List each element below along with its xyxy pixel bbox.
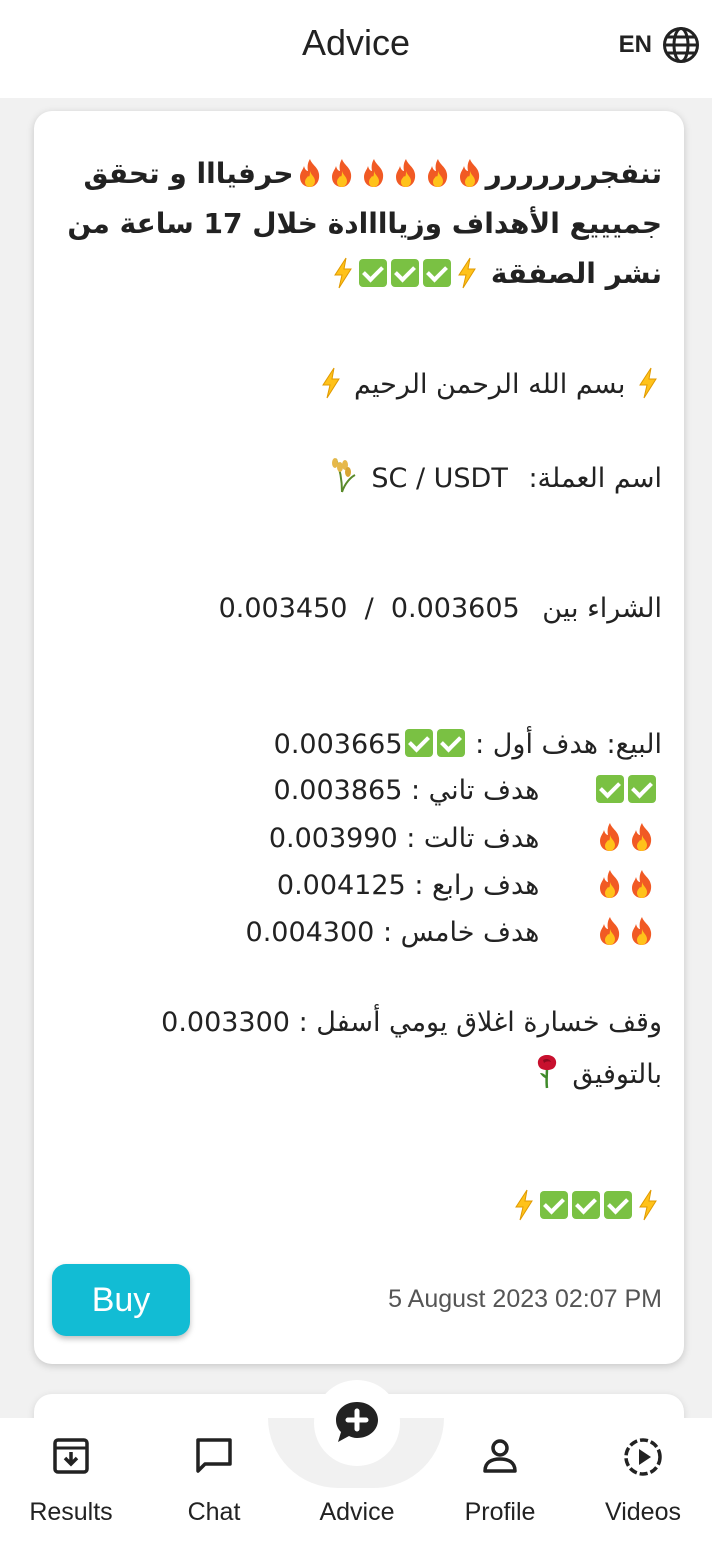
nav-chat[interactable]: Chat [143, 1418, 285, 1550]
add-comment-icon [336, 1402, 378, 1442]
chat-icon [196, 1438, 232, 1473]
target-2-line: هدف تاني : 0.003865 [64, 775, 662, 806]
stop-loss-line: وقف خسارة اغلاق يومي أسفل : 0.003300 [161, 1007, 662, 1038]
fire-icon [628, 916, 656, 946]
buy-range-line: الشراء بين 0.003450 / 0.003605 [218, 593, 662, 624]
fire-icon [596, 822, 624, 852]
advice-card: تنفجرررررررحرفيااا و تحقق جميييع الأهداف… [34, 111, 684, 1364]
target-1-line: البيع: هدف أول : 0.003665 [273, 729, 662, 760]
nav-results[interactable]: Results [0, 1418, 142, 1550]
archive-icon [53, 1438, 89, 1474]
buy-button[interactable]: Buy [52, 1264, 190, 1336]
check-icon [423, 259, 452, 287]
check-icon [436, 729, 465, 757]
fire-icon [628, 822, 656, 852]
lightning-icon [637, 1189, 659, 1221]
fire-icon [596, 916, 624, 946]
basmala-line: بسم الله الرحمن الرحيم [64, 367, 662, 400]
check-icon [628, 775, 656, 803]
rice-icon [331, 458, 356, 493]
lightning-icon [456, 257, 478, 289]
nav-advice-label: Advice [319, 1498, 395, 1526]
check-icon [596, 775, 624, 803]
check-icon [359, 259, 388, 287]
advice-fab[interactable] [314, 1380, 400, 1466]
fire-icon [328, 158, 356, 188]
play-circle-icon [624, 1438, 662, 1476]
rose-icon [537, 1055, 556, 1089]
top-bar: Advice EN [0, 0, 712, 98]
fire-icon [296, 158, 324, 188]
fire-icon [456, 158, 484, 188]
nav-profile-label: Profile [464, 1498, 536, 1526]
person-icon [483, 1439, 517, 1473]
nav-videos-label: Videos [605, 1498, 681, 1526]
good-luck-line: بالتوفيق [64, 1053, 662, 1090]
nav-videos[interactable]: Videos [572, 1418, 712, 1550]
lightning-icon [637, 367, 659, 399]
globe-icon [663, 27, 699, 63]
post-date: 5 August 2023 02:07 PM [388, 1285, 662, 1313]
target-3-line: هدف تالت : 0.003990 [64, 822, 662, 854]
target-5-line: هدف خامس : 0.004300 [64, 916, 662, 948]
nav-profile[interactable]: Profile [429, 1418, 571, 1550]
fire-icon [628, 869, 656, 899]
nav-chat-label: Chat [187, 1498, 241, 1526]
page-title: Advice [301, 22, 411, 63]
check-icon [540, 1191, 568, 1219]
advice-headline: تنفجرررررررحرفيااا و تحقق جميييع الأهداف… [67, 157, 662, 290]
check-icon [604, 1191, 632, 1219]
coin-line: اسم العملة: SC / USDT [64, 457, 662, 494]
lightning-icon [320, 367, 342, 399]
fire-icon [424, 158, 452, 188]
lightning-icon [513, 1189, 535, 1221]
lightning-icon [332, 257, 354, 289]
fire-icon [360, 158, 388, 188]
target-4-line: هدف رابع : 0.004125 [64, 869, 662, 901]
check-icon [391, 259, 420, 287]
nav-results-label: Results [29, 1498, 113, 1526]
check-icon [404, 729, 433, 757]
language-code: EN [618, 31, 652, 58]
check-icon [572, 1191, 600, 1219]
language-switcher[interactable]: EN [619, 26, 700, 64]
fire-icon [596, 869, 624, 899]
fire-icon [392, 158, 420, 188]
checks-line [64, 1189, 662, 1222]
